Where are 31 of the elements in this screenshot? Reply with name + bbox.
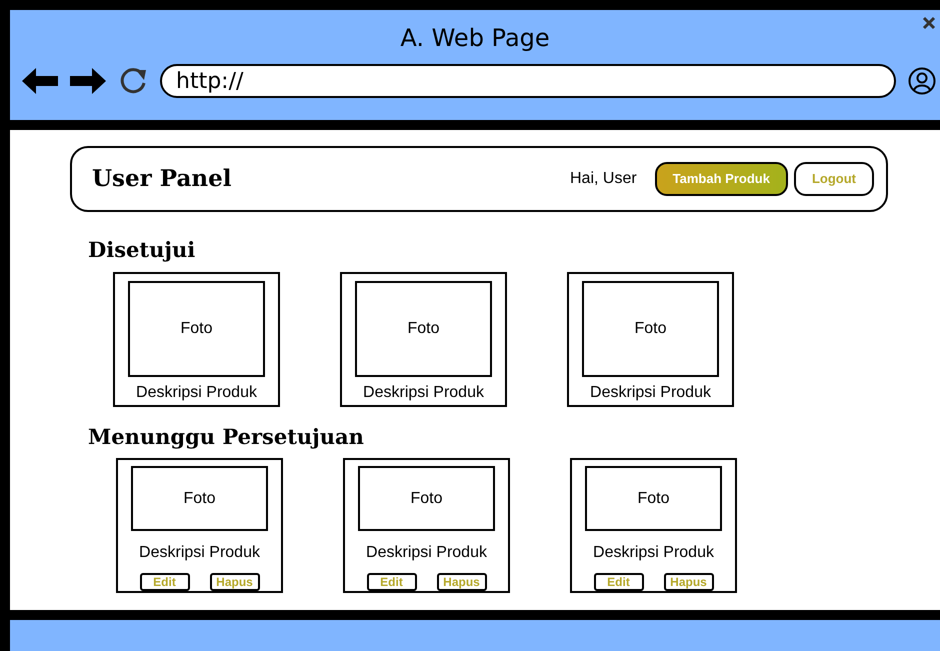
window-title: A. Web Page [400,23,550,54]
photo-label: Foto [410,488,442,508]
edit-button[interactable]: Edit [594,573,644,591]
reload-icon[interactable] [118,66,148,96]
photo-label: Foto [634,318,666,338]
forward-arrow-icon[interactable] [70,68,106,94]
logout-button[interactable]: Logout [794,162,874,196]
photo-label: Foto [407,318,440,338]
product-description: Deskripsi Produk [363,382,484,402]
edit-button[interactable]: Edit [140,573,190,591]
url-field[interactable]: http:// [160,64,896,98]
edit-button[interactable]: Edit [366,573,416,591]
delete-button[interactable]: Hapus [664,573,714,591]
delete-button[interactable]: Hapus [436,573,486,591]
back-arrow-icon[interactable] [22,68,58,94]
photo-label: Foto [637,488,670,508]
delete-button[interactable]: Hapus [210,573,260,591]
product-description: Deskripsi Produk [593,543,714,563]
section-heading: Menunggu Persetujuan [87,422,365,451]
user-icon[interactable] [908,67,936,95]
product-description: Deskripsi Produk [136,382,257,402]
product-description: Deskripsi Produk [366,543,487,563]
product-description: Deskripsi Produk [590,382,711,402]
product-description: Deskripsi Produk [139,543,260,563]
greeting-text: Hai, User [570,169,637,189]
photo-label: Foto [183,488,216,508]
add-product-button[interactable]: Tambah Produk [654,162,788,196]
photo-label: Foto [180,318,212,338]
section-heading: Disetujui [87,236,196,264]
close-icon[interactable] [922,16,936,30]
panel-title: User Panel [92,164,232,194]
